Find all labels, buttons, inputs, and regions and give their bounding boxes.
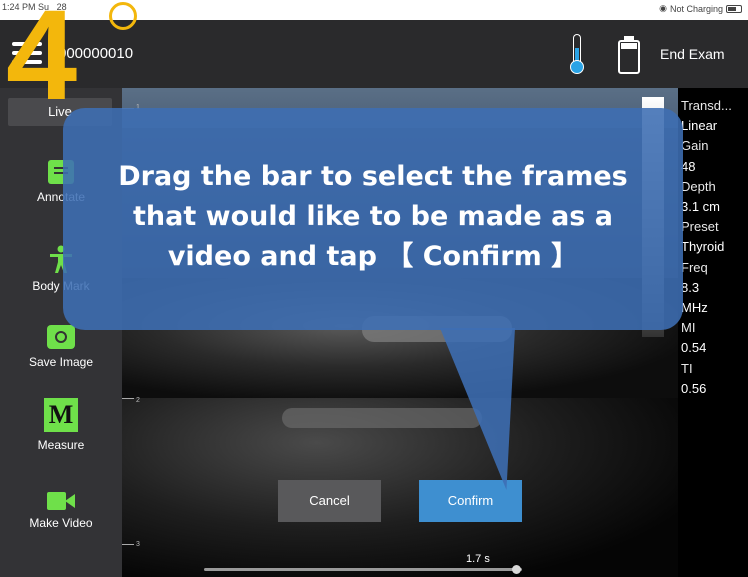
depth-label: Depth [681, 178, 716, 194]
depth-label: 2 [136, 397, 140, 404]
top-bar: 000000010 End Exam [0, 20, 748, 88]
save-image-tool[interactable]: Save Image [0, 325, 122, 369]
wifi-icon: ◉ [659, 3, 667, 13]
step-degree-circle [109, 2, 137, 30]
timeline-slider-track[interactable] [204, 568, 522, 571]
battery-icon [618, 36, 640, 74]
make-video-label: Make Video [29, 516, 93, 530]
make-video-tool[interactable]: Make Video [0, 492, 122, 530]
depth-label: 3 [136, 541, 140, 548]
thermometer-icon [570, 34, 584, 74]
scan-info-panel: Transd... Linear Gain 48 Depth 3.1 cm Pr… [681, 96, 748, 399]
mi-value: 0.54 [681, 340, 707, 356]
preset-value: Thyroid [681, 239, 725, 255]
freq-value: 8.3 [681, 279, 700, 295]
depth-tick [122, 398, 134, 399]
tutorial-line-3: video and tap 【 Confirm 】 [167, 241, 579, 272]
preset-label: Preset [681, 219, 719, 235]
tutorial-line-2: that would like to be made as a [132, 201, 613, 232]
status-right: ◉ Not Charging [659, 3, 742, 14]
gain-value: 48 [681, 158, 696, 174]
cancel-button[interactable]: Cancel [278, 480, 381, 522]
timeline-slider-handle[interactable] [511, 565, 521, 574]
transducer-value: Linear [681, 118, 718, 134]
gain-label: Gain [681, 138, 709, 154]
tissue-echo [282, 408, 482, 428]
measure-label: Measure [37, 438, 85, 452]
depth-value: 3.1 cm [681, 199, 721, 215]
tutorial-step-number: 4 [6, 0, 78, 127]
charging-status: Not Charging [669, 3, 723, 14]
ti-label: TI [681, 360, 693, 376]
freq-label: Freq [681, 259, 708, 275]
timeline-time: 1.7 s [466, 553, 490, 565]
measure-tool[interactable]: M Measure [0, 398, 122, 452]
battery-small-icon [726, 4, 742, 13]
transducer-label: Transd... [681, 98, 732, 113]
save-image-label: Save Image [28, 355, 94, 369]
tutorial-text: Drag the bar to select the frames that w… [63, 157, 683, 277]
measure-icon: M [44, 398, 78, 432]
camera-icon [47, 325, 75, 349]
video-icon [47, 492, 75, 510]
depth-tick [122, 544, 134, 545]
mi-label: MI [681, 320, 696, 336]
freq-unit: MHz [681, 300, 708, 316]
tutorial-line-1: Drag the bar to select the frames [118, 161, 628, 192]
end-exam-button[interactable]: End Exam [660, 46, 725, 62]
ti-value: 0.56 [681, 380, 707, 396]
